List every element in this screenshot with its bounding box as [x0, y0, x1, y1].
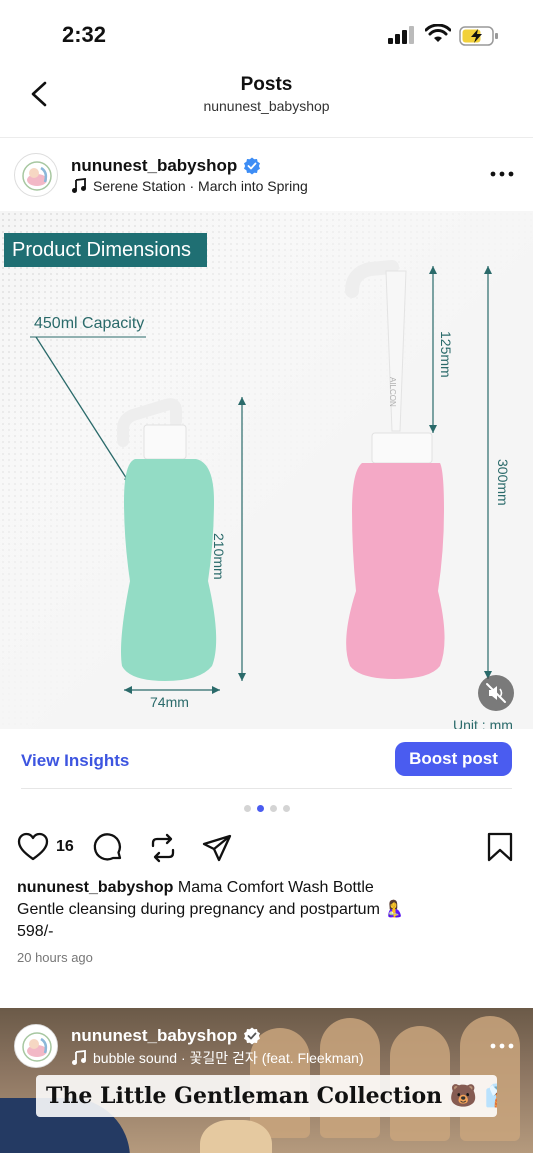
heart-icon[interactable] [17, 832, 49, 862]
speaker-muted-icon [486, 683, 506, 703]
posts-header: Posts nununest_babyshop [0, 62, 533, 138]
post-header: nununest_babyshop Serene Station · March… [0, 150, 533, 206]
product-dimensions-label: Product Dimensions [4, 233, 207, 267]
status-bar: 2:32 [0, 0, 533, 70]
width-dimension: 74mm [150, 694, 189, 710]
status-time: 2:32 [62, 22, 107, 47]
like-count[interactable]: 16 [56, 838, 74, 856]
nozzle-dimension: 125mm [438, 331, 454, 378]
post-music[interactable]: Serene Station · March into Spring [71, 178, 308, 194]
page-subtitle: nununest_babyshop [203, 98, 330, 114]
post-music-text[interactable]: Serene Station · March into Spring [93, 178, 308, 194]
caption-line-1: Mama Comfort Wash Bottle [173, 879, 374, 896]
avatar[interactable] [14, 153, 58, 197]
post-actions: 16 [0, 828, 533, 868]
background-decor [200, 1120, 272, 1153]
post-caption: nununest_babyshop Mama Comfort Wash Bott… [17, 877, 517, 943]
green-height-dimension: 210mm [211, 533, 227, 580]
next-post-username-text[interactable]: nununest_babyshop [71, 1026, 237, 1046]
collection-banner: The Little Gentleman Collection 🐻 👔 [36, 1075, 497, 1117]
next-post-preview[interactable]: nununest_babyshop bubble sound · 꽃길만 걷자 … [0, 1008, 533, 1153]
more-options-icon[interactable] [489, 164, 515, 184]
capacity-label: 450ml Capacity [34, 315, 145, 332]
carousel-dot [282, 805, 290, 812]
page-title: Posts [240, 74, 293, 95]
music-note-icon [72, 1050, 86, 1065]
divider [21, 788, 512, 789]
music-note-icon [72, 178, 86, 193]
cellular-signal-icon [388, 26, 414, 44]
battery-charging-icon [459, 26, 498, 46]
next-post-username[interactable]: nununest_babyshop [71, 1026, 261, 1046]
nozzle-brand-text: AILCON [388, 377, 397, 407]
carousel-dot [269, 805, 277, 812]
wifi-icon [425, 24, 451, 42]
mute-button[interactable] [478, 675, 514, 711]
view-insights-link[interactable]: View Insights [21, 751, 129, 771]
carousel-dot [243, 805, 251, 812]
product-illustration [0, 211, 533, 729]
next-post-music-text[interactable]: bubble sound · 꽃길만 걷자 (feat. Fleekman) [93, 1048, 364, 1068]
boost-post-button[interactable]: Boost post [395, 742, 512, 776]
carousel-dot-active [256, 805, 264, 812]
next-post-music[interactable]: bubble sound · 꽃길만 걷자 (feat. Fleekman) [71, 1048, 364, 1068]
verified-badge-icon [244, 1027, 261, 1045]
post-username-text[interactable]: nununest_babyshop [71, 156, 237, 176]
caption-username[interactable]: nununest_babyshop [17, 879, 173, 896]
baby-logo-icon [22, 161, 52, 191]
caption-line-2: Gentle cleansing during pregnancy and po… [17, 901, 405, 918]
post-timestamp: 20 hours ago [17, 950, 93, 965]
avatar[interactable] [14, 1024, 58, 1068]
caption-line-3: 598/- [17, 923, 54, 940]
verified-badge-icon [244, 157, 261, 175]
comment-icon[interactable] [92, 832, 124, 864]
repost-icon[interactable] [147, 832, 179, 864]
unit-label: Unit : mm [453, 717, 513, 729]
post-image[interactable]: Product Dimensions 450ml Capacity 74mm 2… [0, 211, 533, 729]
post-username[interactable]: nununest_babyshop [71, 156, 261, 176]
bookmark-icon[interactable] [487, 832, 513, 862]
insights-bar: View Insights Boost post [0, 729, 533, 789]
share-icon[interactable] [201, 832, 233, 864]
more-options-icon[interactable] [489, 1036, 515, 1056]
carousel-indicator [0, 805, 533, 812]
total-height-dimension: 300mm [495, 459, 511, 506]
baby-logo-icon [15, 1025, 57, 1067]
